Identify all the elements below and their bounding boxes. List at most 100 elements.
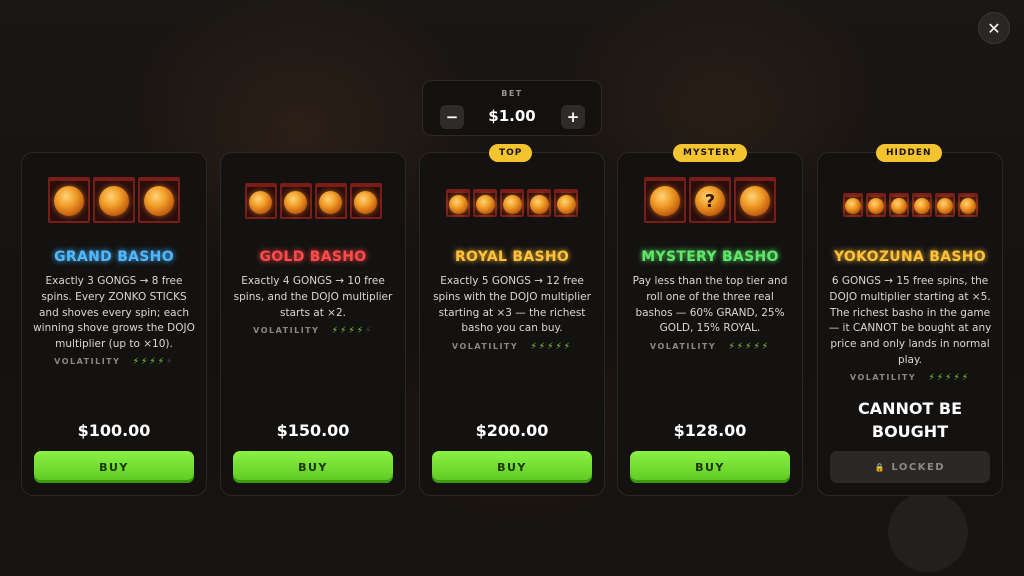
bolt-active-icon: ⚡	[953, 373, 962, 383]
gong-icon	[740, 186, 770, 216]
gong-icon	[54, 186, 84, 216]
gong-icon	[844, 198, 861, 214]
gong-frame	[842, 193, 863, 217]
gong-frame: ?	[689, 177, 731, 223]
bolt-active-icon: ⚡	[753, 342, 762, 352]
volatility-label: VOLATILITY	[54, 357, 121, 366]
gong-row	[221, 183, 405, 219]
buy-button[interactable]: BUY	[630, 451, 790, 483]
gong-frame	[934, 193, 955, 217]
gong-row	[818, 193, 1002, 217]
gong-frame	[93, 177, 135, 223]
gong-icon	[936, 198, 953, 214]
volatility-bolts: ⚡⚡⚡⚡⚡	[522, 342, 572, 352]
gong-icon	[867, 198, 884, 214]
bolt-active-icon: ⚡	[961, 373, 971, 383]
gong-frame	[554, 189, 578, 217]
gong-row	[22, 177, 206, 223]
bolt-active-icon: ⚡	[728, 342, 737, 352]
bolt-active-icon: ⚡	[928, 373, 937, 383]
bonus-card-royal: ROYAL BASHO Exactly 5 GONGS → 12 free sp…	[419, 152, 605, 496]
gong-icon	[890, 198, 907, 214]
gong-frame	[888, 193, 909, 217]
volatility-label: VOLATILITY	[253, 326, 320, 335]
volatility-row: VOLATILITY ⚡⚡⚡⚡⚡	[22, 357, 206, 367]
tag-top-badge: TOP	[489, 144, 533, 162]
tag-mystery-badge: MYSTERY	[673, 144, 748, 162]
gong-frame	[527, 189, 551, 217]
locked-label: LOCKED	[891, 461, 946, 473]
gong-icon	[913, 198, 930, 214]
bonus-card-yokozuna: YOKOZUNA BASHO 6 GONGS → 15 free spins, …	[817, 152, 1003, 496]
lock-icon: 🔒	[874, 462, 887, 472]
spin-button-background	[888, 492, 968, 572]
mystery-gong-icon: ?	[695, 186, 725, 216]
close-button[interactable]: ✕	[978, 12, 1010, 44]
card-price: $200.00	[475, 421, 549, 440]
gong-icon	[284, 190, 307, 214]
gong-row	[420, 189, 604, 217]
volatility-bolts: ⚡⚡⚡⚡⚡	[125, 357, 174, 367]
bolt-active-icon: ⚡	[157, 357, 167, 367]
card-title: GOLD BASHO	[259, 249, 367, 265]
gong-icon	[319, 190, 342, 214]
volatility-bolts: ⚡⚡⚡⚡⚡	[720, 342, 771, 352]
card-description: Pay less than the top tier and roll one …	[632, 275, 788, 335]
tag-hidden-badge: HIDDEN	[876, 144, 942, 162]
volatility-row: VOLATILITY ⚡⚡⚡⚡⚡	[221, 326, 405, 336]
gong-icon	[959, 198, 976, 214]
gong-icon	[650, 186, 680, 216]
bolt-inactive-icon: ⚡	[166, 357, 174, 367]
bolt-active-icon: ⚡	[761, 342, 771, 352]
gong-icon	[354, 190, 377, 214]
gong-frame	[473, 189, 497, 217]
bet-label: BET	[501, 89, 523, 98]
volatility-label: VOLATILITY	[849, 373, 917, 382]
gong-frame	[244, 183, 277, 219]
buy-button[interactable]: BUY	[34, 451, 194, 483]
gong-icon	[502, 194, 522, 214]
bolt-active-icon: ⚡	[936, 373, 946, 383]
gong-frame	[957, 193, 978, 217]
bolt-active-icon: ⚡	[356, 326, 366, 336]
bonus-card-gold: GOLD BASHO Exactly 4 GONGS → 10 free spi…	[220, 152, 406, 496]
gong-frame	[349, 183, 382, 219]
volatility-row: VOLATILITY ⚡⚡⚡⚡⚡	[618, 342, 802, 352]
card-price: $100.00	[77, 421, 151, 440]
volatility-label: VOLATILITY	[649, 342, 717, 351]
gong-icon	[475, 194, 495, 214]
gong-icon	[99, 186, 129, 216]
card-title: ROYAL BASHO	[454, 249, 570, 265]
bolt-active-icon: ⚡	[736, 342, 746, 352]
cannot-line-2: BOUGHT	[871, 422, 949, 441]
card-description: Exactly 3 GONGS → 8 free spins. Every ZO…	[33, 275, 195, 351]
bolt-active-icon: ⚡	[331, 326, 341, 336]
cannot-line-1: CANNOT BE	[857, 399, 963, 418]
buy-button[interactable]: BUY	[233, 451, 393, 483]
locked-button: 🔒 LOCKED	[830, 451, 990, 483]
card-description: 6 GONGS → 15 free spins, the DOJO multip…	[828, 275, 992, 366]
gong-icon	[249, 190, 272, 214]
card-title: MYSTERY BASHO	[641, 249, 779, 265]
card-price: $128.00	[673, 421, 747, 440]
bolt-active-icon: ⚡	[555, 342, 564, 352]
cannot-be-bought-text: CANNOT BE BOUGHT	[818, 397, 1002, 443]
gong-icon	[448, 194, 468, 214]
card-title: GRAND BASHO	[54, 249, 174, 265]
gong-row: ?	[618, 177, 802, 223]
bolt-active-icon: ⚡	[149, 357, 158, 367]
gong-frame	[911, 193, 932, 217]
bolt-active-icon: ⚡	[538, 342, 548, 352]
gong-frame	[279, 183, 312, 219]
bolt-active-icon: ⚡	[348, 326, 357, 336]
gong-frame	[734, 177, 776, 223]
volatility-row: VOLATILITY ⚡⚡⚡⚡⚡	[818, 373, 1002, 383]
bonus-card-mystery: ? MYSTERY BASHO Pay less than the top ti…	[617, 152, 803, 496]
gong-frame	[644, 177, 686, 223]
bolt-inactive-icon: ⚡	[365, 326, 373, 336]
buy-button[interactable]: BUY	[432, 451, 592, 483]
gong-icon	[529, 194, 549, 214]
bet-selector: BET − $1.00 +	[422, 80, 602, 136]
bet-increase-button[interactable]: +	[561, 105, 585, 129]
card-description: Exactly 4 GONGS → 10 free spins, and the…	[233, 275, 393, 319]
